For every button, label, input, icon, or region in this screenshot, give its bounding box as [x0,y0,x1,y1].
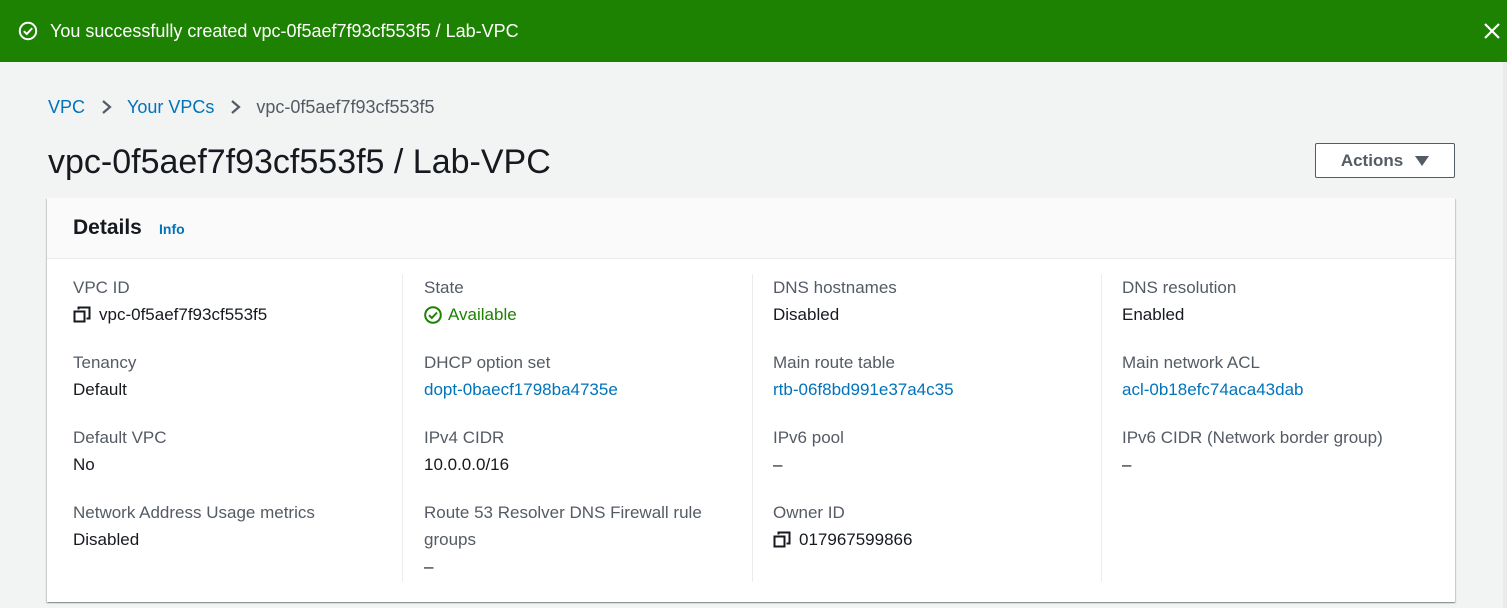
success-circle-icon [18,21,38,41]
detail-label: Main network ACL [1122,353,1260,372]
detail-value: 10.0.0.0/16 [424,451,724,478]
detail-value-text: No [73,455,95,474]
detail-value-link[interactable]: dopt-0baecf1798ba4735e [424,376,724,403]
detail-label: Route 53 Resolver DNS Firewall rule grou… [424,503,702,549]
detail-field: IPv4 CIDR 10.0.0.0/16 [424,424,724,478]
chevron-right-icon [231,100,242,114]
detail-value: Enabled [1122,301,1442,328]
detail-field: Tenancy Default [73,349,422,403]
detail-value-text: 10.0.0.0/16 [424,455,510,474]
detail-field: DNS resolution Enabled [1122,274,1442,328]
detail-field: Network Address Usage metrics Disabled [73,499,422,553]
detail-field: Main route table rtb-06f8bd991e37a4c35 [773,349,1093,403]
detail-field: IPv6 pool – [773,424,1093,478]
detail-label: Default VPC [73,428,167,447]
detail-field: DHCP option set dopt-0baecf1798ba4735e [424,349,724,403]
page-title: vpc-0f5aef7f93cf553f5 / Lab-VPC [48,143,551,181]
detail-value: – [424,553,724,580]
detail-label: Owner ID [773,503,845,522]
detail-label: IPv4 CIDR [424,428,505,447]
detail-field: Route 53 Resolver DNS Firewall rule grou… [424,499,724,580]
details-panel: Details Info VPC ID vpc-0f5aef7f93cf553f5… [47,198,1455,602]
detail-value: – [1122,451,1442,478]
breadcrumb-vpc-link[interactable]: VPC [48,97,85,118]
flash-message: You successfully created vpc-0f5aef7f93c… [50,21,519,41]
details-column-2: State Available DHCP option set dopt-0baecf… [402,274,751,582]
detail-field: State Available [424,274,724,328]
details-column-3: DNS hostnames Disabled Main route table rtb… [752,274,1101,582]
detail-field: IPv6 CIDR (Network border group) – [1122,424,1442,478]
detail-value-text: – [1122,455,1132,474]
close-icon[interactable] [1481,20,1503,42]
detail-value-text: vpc-0f5aef7f93cf553f5 [99,305,268,324]
detail-label: DNS hostnames [773,278,897,297]
detail-value-text: Enabled [1122,305,1185,324]
detail-label: Tenancy [73,353,137,372]
details-column-1: VPC ID vpc-0f5aef7f93cf553f5 Tenancy Defaul… [73,274,422,582]
detail-value-text: Disabled [73,530,140,549]
detail-label: DNS resolution [1122,278,1237,297]
detail-value-text: Default [73,380,127,399]
scrollbar[interactable] [1503,62,1507,608]
detail-label: IPv6 CIDR (Network border group) [1122,428,1383,447]
detail-value: Disabled [773,301,1093,328]
success-flash-banner: You successfully created vpc-0f5aef7f93c… [0,0,1507,62]
caret-down-icon [1415,155,1430,166]
detail-field: Owner ID 017967599866 [773,499,1093,553]
detail-value: Disabled [73,526,422,553]
detail-value-text[interactable]: dopt-0baecf1798ba4735e [424,376,618,403]
detail-label: State [424,278,464,297]
info-link[interactable]: Info [159,221,185,237]
detail-field: Default VPC No [73,424,422,478]
actions-button-label: Actions [1340,150,1404,170]
detail-value-text: – [424,557,434,576]
copy-icon[interactable] [773,531,791,549]
success-status-icon [424,305,442,324]
detail-label: DHCP option set [424,353,551,372]
detail-label: VPC ID [73,278,130,297]
detail-value-text: Disabled [773,305,840,324]
detail-value-text: 017967599866 [799,530,913,549]
detail-value-text[interactable]: acl-0b18efc74aca43dab [1122,376,1303,403]
detail-field: VPC ID vpc-0f5aef7f93cf553f5 [73,274,422,328]
detail-value: No [73,451,422,478]
breadcrumb-your-vpcs-link[interactable]: Your VPCs [127,97,214,118]
detail-value: – [773,451,1093,478]
detail-value: Default [73,376,422,403]
details-panel-header: Details Info [47,198,1455,259]
detail-value-link[interactable]: acl-0b18efc74aca43dab [1122,376,1442,403]
detail-field: Main network ACL acl-0b18efc74aca43dab [1122,349,1442,403]
detail-label: Main route table [773,353,895,372]
detail-value-text[interactable]: rtb-06f8bd991e37a4c35 [773,376,954,403]
detail-value: vpc-0f5aef7f93cf553f5 [73,301,422,328]
details-column-4: DNS resolution Enabled Main network ACL acl… [1101,274,1450,582]
detail-value-text: – [773,455,783,474]
detail-label: Network Address Usage metrics [73,503,315,522]
detail-value: Available [424,301,724,328]
detail-value-text: Available [448,305,517,324]
breadcrumb-current: vpc-0f5aef7f93cf553f5 [256,96,435,117]
actions-dropdown-button[interactable]: Actions [1315,143,1455,178]
detail-label: IPv6 pool [773,428,844,447]
detail-value-link[interactable]: rtb-06f8bd991e37a4c35 [773,376,1093,403]
breadcrumb: VPC Your VPCs vpc-0f5aef7f93cf553f5 [48,95,435,119]
chevron-right-icon [102,100,112,114]
detail-value: 017967599866 [773,526,1093,553]
details-title: Details [73,216,142,239]
detail-field: DNS hostnames Disabled [773,274,1093,328]
copy-icon[interactable] [73,306,91,324]
